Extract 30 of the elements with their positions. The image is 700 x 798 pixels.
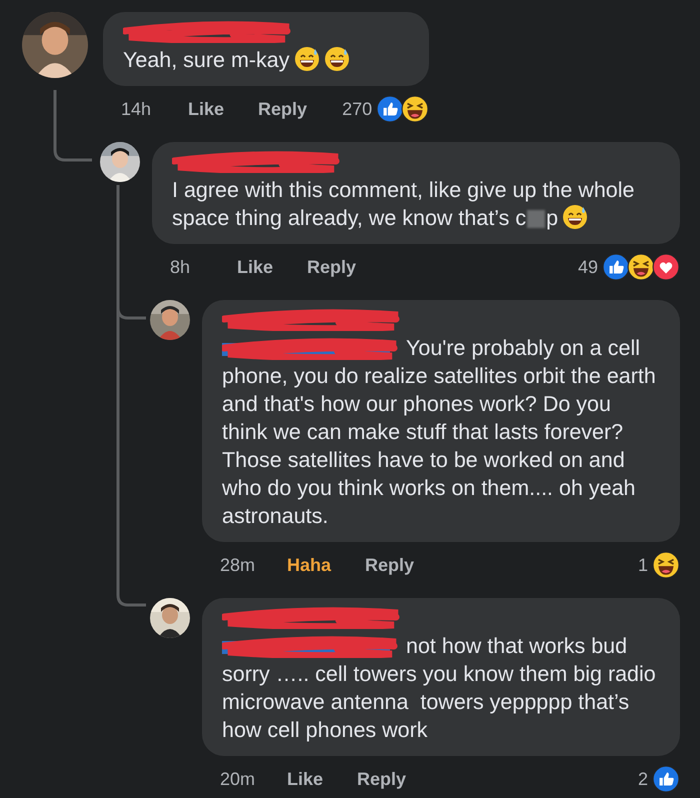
reaction-count: 49 <box>578 256 598 278</box>
reply-button[interactable]: Reply <box>258 96 308 122</box>
reply-button[interactable]: Reply <box>307 254 356 280</box>
reaction-button[interactable]: Like <box>287 766 324 792</box>
thumbs-up-icon <box>376 95 404 123</box>
reaction-button[interactable]: Like <box>188 96 224 122</box>
thumbs-up-icon <box>652 765 680 793</box>
sweat-smile-emoji-icon <box>294 46 320 72</box>
comment-time: 8h <box>170 256 192 278</box>
reply-button[interactable]: Reply <box>357 766 406 792</box>
comment-time: 20m <box>220 768 256 790</box>
reaction-button[interactable]: Haha <box>287 552 332 578</box>
reply-button[interactable]: Reply <box>365 552 414 578</box>
comment-text: not how that works bud sorry ….. cell towers you know them big radio microwave antenna towers yeppppp that’s how cell phones work <box>222 633 657 744</box>
comment-time: 28m <box>220 554 256 576</box>
laughing-emoji-icon <box>627 253 655 281</box>
comment-time: 14h <box>121 98 152 120</box>
laughing-emoji-icon <box>401 95 430 123</box>
comment-text: You're probably on a cell phone, you do realize satellites orbit the earth and that's how our phones work? Do you think we can make stuff that lasts forever? Those satellites have to be worked on and who do you think works on them.... oh yeah astronauts. <box>222 335 657 530</box>
blurred-patch <box>527 210 546 228</box>
comment-text: Yeah, sure m-kay <box>123 46 410 74</box>
reaction-count: 1 <box>638 554 648 576</box>
thumbs-up-icon <box>602 253 630 281</box>
laughing-emoji-icon <box>652 551 680 579</box>
comment-text: I agree with this comment, like give up the whole space thing already, we know that’s c p <box>172 177 636 232</box>
reaction-count: 2 <box>638 768 648 790</box>
reaction-count: 270 <box>342 98 372 120</box>
sweat-smile-emoji-icon <box>562 204 588 230</box>
sweat-smile-emoji-icon <box>324 46 350 72</box>
reaction-button[interactable]: Like <box>237 254 274 280</box>
